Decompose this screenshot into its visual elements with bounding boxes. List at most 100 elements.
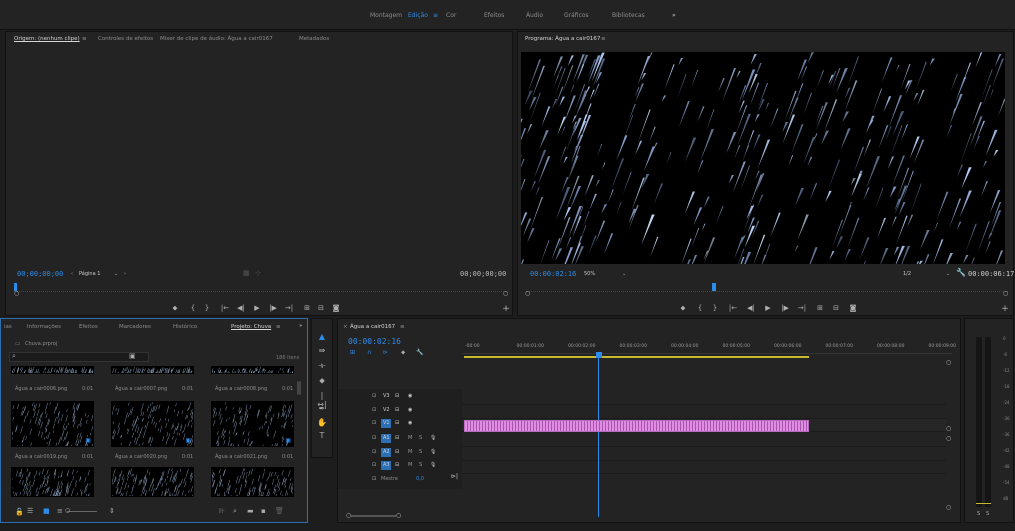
pen-icon[interactable]: ✒ (317, 404, 327, 413)
workspace-more-button[interactable]: » (672, 12, 676, 19)
track-sync-icon[interactable]: ⊟ (395, 393, 399, 399)
close-icon[interactable]: × (343, 324, 348, 330)
track-sync-icon[interactable]: ⊟ (395, 435, 399, 441)
item-name[interactable]: Água a cair0019.png (15, 454, 67, 460)
marker-icon[interactable]: ⬥ (170, 304, 180, 313)
snap-icon[interactable]: ∩ (367, 349, 371, 356)
item-name[interactable]: Água a cair0020.png (115, 454, 167, 460)
go-to-in-icon[interactable]: |← (220, 304, 230, 312)
microphone-icon[interactable]: 🎙 (430, 462, 436, 468)
microphone-icon[interactable]: 🎙 (430, 449, 436, 455)
project-scrollbar[interactable] (297, 381, 301, 395)
program-playhead[interactable] (712, 283, 716, 291)
tab-libraries[interactable]: ias (4, 324, 12, 330)
program-timecode[interactable]: 00:00:02:16 (530, 270, 576, 278)
program-scroll-handle-left[interactable]: ○ (525, 290, 530, 297)
search-input[interactable] (9, 352, 149, 362)
eye-icon[interactable]: ◉ (408, 393, 412, 399)
tab-audio-clip-mixer[interactable]: Mixer de clipe de áudio: Água a cair0167 (160, 36, 273, 42)
program-title[interactable]: Programa: Água a cair0167 (525, 36, 600, 42)
thumbnail-0021[interactable]: ▣ (211, 401, 294, 447)
workspace-montagem[interactable]: Montagem (370, 12, 402, 19)
thumbnail-partial-2[interactable] (111, 366, 194, 374)
export-frame-icon[interactable]: ◙ (331, 304, 341, 312)
chevron-down-icon[interactable]: ⌄ (622, 271, 626, 277)
tab-history[interactable]: Histórico (173, 324, 197, 330)
extract-icon[interactable]: ⊟ (831, 304, 841, 312)
lock-icon[interactable]: 🔓 (15, 508, 24, 516)
master-lock-icon[interactable]: ⊡ (372, 476, 376, 482)
source-time-ruler[interactable] (14, 284, 506, 292)
go-to-out-icon[interactable]: →| (797, 304, 807, 312)
tab-menu-icon[interactable]: ≡ (82, 36, 87, 42)
solo-left-button[interactable]: S (977, 511, 980, 517)
item-name[interactable]: Água a cair0021.png (215, 454, 267, 460)
tab-source[interactable]: Origem: (nenhum clipe) (14, 36, 80, 42)
work-area-bar[interactable] (464, 356, 809, 358)
eye-icon[interactable]: ◉ (408, 420, 412, 426)
add-marker-icon[interactable]: ⬥ (401, 349, 405, 357)
razor-icon[interactable]: ⬥ (317, 376, 327, 386)
sort-icon[interactable]: ⇕ (109, 507, 115, 515)
item-name[interactable]: Água a cair0006.png (15, 386, 67, 392)
mute-button[interactable]: M (408, 435, 412, 441)
sequence-tab[interactable]: Água a cair0167 (350, 324, 395, 330)
add-button-icon[interactable]: + (1000, 304, 1010, 314)
linked-selection-icon[interactable]: ⊳ (383, 349, 388, 356)
timeline-scroll-handle[interactable]: ○ (946, 504, 951, 511)
tab-markers[interactable]: Marcadores (119, 324, 151, 330)
ripple-edit-icon[interactable]: ⟛ (317, 361, 327, 371)
thumbnail-0019[interactable]: ▣ (11, 401, 94, 447)
workspace-menu-icon[interactable]: ≡ (433, 12, 438, 19)
clip-v1[interactable] (464, 420, 809, 432)
settings-wrench-icon[interactable]: 🔧 (416, 349, 423, 356)
mute-button[interactable]: M (408, 449, 412, 455)
program-scroll-handle-right[interactable]: ○ (1003, 290, 1008, 297)
microphone-icon[interactable]: 🎙 (430, 435, 436, 441)
page-select[interactable]: Página 1 (79, 271, 100, 277)
thumbnail-partial-4[interactable] (11, 467, 94, 497)
zoom-select[interactable]: 50% (584, 271, 595, 277)
insert-icon[interactable]: ⊞ (302, 304, 312, 312)
item-name[interactable]: Água a cair0007.png (115, 386, 167, 392)
new-bin-icon[interactable]: ▣ (129, 352, 136, 360)
page-arrow-left-icon[interactable]: ‹ (71, 271, 73, 277)
chevron-down-icon[interactable]: ⌄ (946, 271, 950, 277)
go-to-end-icon[interactable]: ⊳| (451, 473, 458, 480)
resolution-select[interactable]: 1/2 (903, 271, 911, 277)
step-back-icon[interactable]: ◀| (746, 304, 756, 312)
marker-icon[interactable]: ⬥ (678, 304, 688, 313)
hand-icon[interactable]: ✋ (317, 418, 327, 427)
tab-effect-controls[interactable]: Controles de efeitos (98, 36, 153, 42)
add-button-icon[interactable]: + (501, 304, 511, 314)
icon-view-icon[interactable]: ■ (43, 507, 50, 515)
workspace-edicao[interactable]: Edição (408, 12, 428, 19)
item-name[interactable]: Água a cair0008.png (215, 386, 267, 392)
zoom-scroll-handle-right[interactable]: ○ (396, 512, 401, 519)
track-lock-icon[interactable]: ⊡ (372, 449, 376, 455)
mark-out-icon[interactable]: } (710, 304, 720, 312)
workspace-efeitos[interactable]: Efeitos (484, 12, 504, 19)
solo-button[interactable]: S (419, 462, 422, 468)
timeline-scroll-handle[interactable]: ○ (946, 435, 951, 442)
insert-nest-icon[interactable]: ⊞ (350, 349, 355, 356)
track-sync-icon[interactable]: ⊟ (395, 420, 399, 426)
chevron-down-icon[interactable]: ⌄ (114, 271, 118, 277)
go-to-in-icon[interactable]: |← (728, 304, 738, 312)
page-arrow-right-icon[interactable]: › (124, 271, 126, 277)
wrench-icon[interactable]: 🔧 (956, 268, 966, 277)
tab-menu-icon[interactable]: ≡ (400, 324, 405, 330)
tab-menu-icon[interactable]: ≡ (601, 36, 606, 42)
master-value[interactable]: 0,0 (416, 476, 424, 482)
track-lock-icon[interactable]: ⊡ (372, 420, 376, 426)
overwrite-icon[interactable]: ⊟ (316, 304, 326, 312)
workspace-bibliotecas[interactable]: Bibliotecas (612, 12, 645, 19)
track-lock-icon[interactable]: ⊡ (372, 393, 376, 399)
play-icon[interactable]: ▶ (252, 304, 262, 312)
freeform-view-icon[interactable]: ≡ (57, 507, 63, 515)
source-scroll-handle-left[interactable]: ○ (14, 290, 19, 297)
timeline-timecode[interactable]: 00:00:02:16 (348, 337, 401, 346)
solo-button[interactable]: S (419, 449, 422, 455)
solo-right-button[interactable]: S (986, 511, 989, 517)
source-timecode-in[interactable]: 00;00;00;00 (17, 270, 63, 278)
